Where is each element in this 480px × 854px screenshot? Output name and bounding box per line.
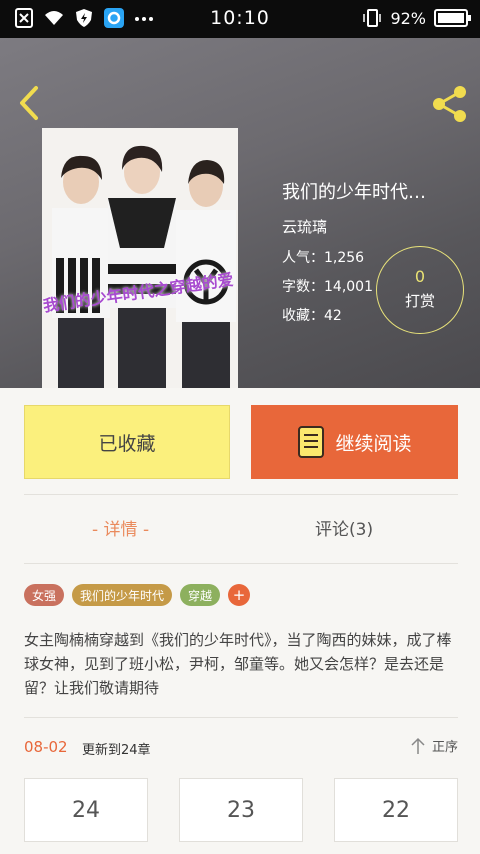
back-arrow-icon[interactable] bbox=[14, 84, 44, 122]
favorites-stat: 收藏：42 bbox=[282, 308, 342, 324]
reward-count: 0 bbox=[414, 267, 426, 286]
vibrate-icon bbox=[363, 9, 382, 27]
book-author[interactable]: 云琉璃 bbox=[282, 216, 327, 237]
update-row: 08-02 更新到24章 正序 bbox=[24, 736, 458, 760]
favorited-label: 已收藏 bbox=[98, 432, 156, 455]
battery-icon bbox=[434, 9, 471, 27]
tag-list: 女强 我们的少年时代 穿越 + bbox=[24, 584, 251, 606]
book-title: 我们的少年时代… bbox=[282, 182, 426, 203]
divider bbox=[24, 494, 458, 495]
cover-person-middle bbox=[108, 145, 176, 388]
chapter-button[interactable]: 23 bbox=[179, 778, 303, 842]
sort-toggle[interactable]: 正序 bbox=[410, 736, 458, 755]
continue-reading-label: 继续阅读 bbox=[335, 432, 412, 455]
battery-percent: 92% bbox=[390, 8, 426, 28]
book-synopsis: 女主陶楠楠穿越到《我们的少年时代》，当了陶西的妹妹，成了棒球女神，见到了班小松，… bbox=[24, 631, 452, 697]
book-header: 我们的少年时代之穿越的爱 我们的少年时代… 云琉璃 人气：1,256 字数：14… bbox=[0, 38, 480, 388]
word-count-stat: 字数：14,001 bbox=[282, 279, 373, 295]
add-tag-icon[interactable]: + bbox=[228, 584, 251, 606]
update-text: 更新到24章 bbox=[82, 743, 151, 758]
chapter-button[interactable]: 22 bbox=[334, 778, 458, 842]
sort-label: 正序 bbox=[431, 740, 458, 755]
reward-button[interactable]: 0 打赏 bbox=[376, 246, 464, 334]
divider bbox=[24, 717, 458, 718]
tag-item[interactable]: 穿越 bbox=[180, 584, 221, 606]
share-icon[interactable] bbox=[430, 84, 470, 124]
chapter-button[interactable]: 24 bbox=[24, 778, 148, 842]
update-date: 08-02 bbox=[24, 738, 68, 756]
tab-detail[interactable]: - 详情 - bbox=[92, 515, 149, 540]
tag-item[interactable]: 女强 bbox=[24, 584, 65, 606]
continue-reading-button[interactable]: 继续阅读 bbox=[251, 405, 458, 479]
tab-comments[interactable]: 评论(3) bbox=[315, 515, 373, 540]
book-cover[interactable]: 我们的少年时代之穿越的爱 bbox=[42, 128, 238, 388]
tag-item[interactable]: 我们的少年时代 bbox=[72, 584, 173, 606]
book-icon bbox=[298, 426, 325, 458]
chapter-grid: 24 23 22 bbox=[24, 778, 458, 842]
reward-label: 打赏 bbox=[404, 292, 435, 310]
sort-arrow-icon bbox=[411, 737, 425, 754]
popularity-stat: 人气：1,256 bbox=[282, 250, 365, 266]
status-bar: 10:10 92% bbox=[0, 0, 480, 38]
divider bbox=[24, 563, 458, 564]
favorited-button[interactable]: 已收藏 bbox=[24, 405, 230, 479]
